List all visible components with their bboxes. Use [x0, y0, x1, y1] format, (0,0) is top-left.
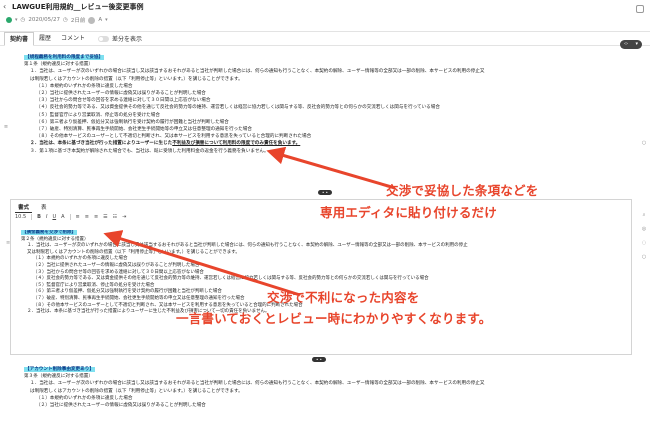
underline-icon[interactable]: U [52, 214, 56, 220]
tab-contract[interactable]: 契約書 [4, 31, 35, 46]
info-icon[interactable]: ○ [641, 254, 647, 260]
clause-line-2: ２．当社は、本条に基づき当社が行った措置によりユーザーに生じた不利益及び損害につ… [24, 140, 624, 147]
clock-icon: ◷ [20, 17, 26, 23]
annotation-callout-2b: 一言書いておくとレビュー時にわかりやすくなります。 [176, 311, 492, 326]
drag-handle[interactable]: • • [318, 190, 332, 195]
top-bar: ‹ LAWGUE利用規約__レビュー後変更事例 ▾ ◷ 2020/05/27 ◷… [0, 0, 650, 32]
status-dot-icon [6, 17, 12, 23]
clause-item: （２）当社に提供されたユーザーの情報に虚偽又は誤りがあることが判明した場合 [36, 403, 206, 409]
back-arrow-icon[interactable]: ‹ [3, 2, 6, 11]
chevron-down-icon[interactable]: ▾ [15, 17, 18, 23]
clause-item: （２）当社に提供されたユーザーの情報に虚偽又は誤りがあることが判明した場合 [36, 91, 206, 97]
clause-item: （６）第三者より仮差押、仮処分又は強制執行を受け契約の履行が困難と当社が判断した… [36, 119, 229, 125]
clause-heading-1: 【規程義務を利用料の限度まで妥協】 [24, 55, 105, 60]
document-tabs: 契約書 履歴 コメント 差分を表示 [0, 31, 650, 46]
clause-line: は制限若しくはアカウントの削除の措置（以下「利用停止等」といいます。）を講じるこ… [30, 388, 243, 394]
italic-icon[interactable]: I [46, 214, 47, 220]
next-icon[interactable]: ▾ [635, 40, 638, 49]
clause-line-3: ３．第１項に基づき本契約が解除された場合でも、当社は、既に受領した利用料金の返金… [30, 148, 269, 154]
editor-item: （１）本規約のいずれかの条項に違反した場合 [33, 256, 128, 262]
clause-line-2b: 不利益及び損害について利用料の限度でのみ責任を負います。 [172, 141, 301, 147]
paragraph-marker-icon[interactable]: ≡ [6, 240, 10, 246]
bold-icon[interactable]: B [37, 214, 41, 220]
avatar[interactable] [88, 16, 96, 24]
editor-item: （４）反社会的勢力等である、又は資金提供その他を通じて反社会的勢力等の維持、運営… [33, 276, 429, 282]
user-initial: A [98, 17, 103, 23]
drag-handle[interactable]: • • [312, 357, 326, 362]
prev-icon[interactable]: ‹› [624, 40, 628, 49]
align-left-icon[interactable]: ≡ [76, 214, 80, 220]
list-icon[interactable]: ☰ [103, 214, 107, 220]
editor-toolbar: 10.5 B I U A ≡ ≡ ≡ ☰ ☷ ⇥ [15, 214, 126, 220]
clause-item: （１）本規約のいずれかの条項に違反した場合 [36, 395, 133, 401]
indent-icon[interactable]: ⇥ [122, 214, 126, 220]
paragraph-marker-icon[interactable]: ≡ [3, 124, 9, 130]
clause-item: （５）監督官庁により営業取消、停止等の処分を受けた場合 [36, 112, 160, 118]
clause-item: （４）反社会的勢力等である、又は資金提供その他を通じて反社会的勢力等の維持、運営… [36, 105, 440, 111]
align-center-icon[interactable]: ≡ [85, 214, 89, 220]
clause-section-3: 【アカウント削除事由変更あり】 第３条（規約違反に対する措置） １．当社は、ユー… [24, 366, 624, 409]
editor-item: （２）当社に提供されたユーザーの情報に虚偽又は誤りがあることが判明した場合 [33, 262, 200, 268]
align-right-icon[interactable]: ≡ [94, 214, 98, 220]
callout-arrow-1 [266, 146, 396, 190]
view-switch-pill[interactable]: ‹› ▾ [620, 40, 642, 49]
clause-heading-3: 【アカウント削除事由変更あり】 [24, 367, 95, 372]
settings-icon[interactable]: ◌ [641, 240, 647, 246]
clause-title: 第３条（規約違反に対する措置） [24, 374, 93, 380]
clause-item: （７）破産、特別清算、民事再生手続開始、会社更生手続開始等の申立又は任意整理の通… [36, 127, 252, 133]
color-icon[interactable]: A [61, 214, 64, 220]
tab-history[interactable]: 履歴 [34, 32, 56, 46]
ordered-list-icon[interactable]: ☷ [113, 214, 117, 220]
user-chevron-icon[interactable]: ▾ [105, 17, 108, 23]
toolbar-divider [69, 214, 71, 220]
clause-line: １．当社は、ユーザーが次のいずれかの場合に該当し又は該当するおそれがあると当社が… [30, 69, 485, 75]
clause-item: （１）本規約のいずれかの条項に違反した場合 [36, 83, 133, 89]
document-date: 2020/05/27 [28, 17, 61, 23]
clause-line-2a: ２．当社は、本条に基づき当社が行った措置によりユーザーに生じた [30, 141, 173, 147]
clause-line: １．当社は、ユーザーが次のいずれかの場合に該当し又は該当するおそれがあると当社が… [30, 381, 485, 387]
clause-item: （８）その他本サービスのユーザーとして不適切と判断され、又は本サービスを利用する… [36, 134, 312, 140]
annotation-callout-2a: 交渉で不利になった内容を [267, 290, 420, 305]
comment-icon[interactable]: ◎ [641, 226, 647, 232]
annotation-callout-1a: 交渉で妥協した条項などを [386, 183, 539, 198]
clause-title: 第１条（規約違反に対する措置） [24, 62, 93, 68]
search-icon[interactable]: ⌕ [641, 212, 647, 218]
diff-toggle-label: 差分を表示 [112, 36, 143, 43]
edit-count: 2日前 [70, 18, 86, 24]
clause-section-1: 【規程義務を利用料の限度まで妥協】 第１条（規約違反に対する措置） １．当社は、… [24, 54, 624, 155]
editor-tab-table[interactable]: 表 [38, 202, 50, 213]
diff-toggle[interactable] [98, 35, 110, 42]
clause-item: （３）当社からの問合せ等の回答を求める連絡に対して３０日間以上応答がない場合 [36, 98, 211, 104]
clause-line: は制限若しくはアカウントの削除の措置（以下「利用停止等」といいます。）を講じるこ… [30, 76, 243, 82]
editor-line: １．当社は、ユーザーが次のいずれかの場合に該当し又は該当するおそれがあると当社が… [27, 243, 468, 249]
annotation-callout-1b: 専用エディタに貼り付けるだけ [320, 205, 497, 220]
font-size-select[interactable]: 10.5 [15, 214, 26, 220]
editor-tabs: 書式 表 [15, 202, 50, 213]
document-meta: ▾ ◷ 2020/05/27 ◷ 2日前 A ▾ [6, 16, 108, 24]
document-title: LAWGUE利用規約__レビュー後変更事例 [12, 3, 144, 11]
editor-tab-format[interactable]: 書式 [15, 202, 33, 213]
side-comment-icon[interactable]: ○ [641, 140, 647, 146]
edit-icon: ◷ [63, 17, 68, 23]
toolbar-divider [31, 214, 33, 220]
clause-editor[interactable]: 書式 表 10.5 B I U A ≡ ≡ ≡ ☰ ☷ ⇥ 【損金義務を交渉で削… [10, 199, 632, 355]
menu-icon[interactable] [636, 5, 644, 13]
tab-comments[interactable]: コメント [56, 32, 90, 46]
editor-heading: 【損金義務を交渉で削除】 [21, 230, 77, 235]
